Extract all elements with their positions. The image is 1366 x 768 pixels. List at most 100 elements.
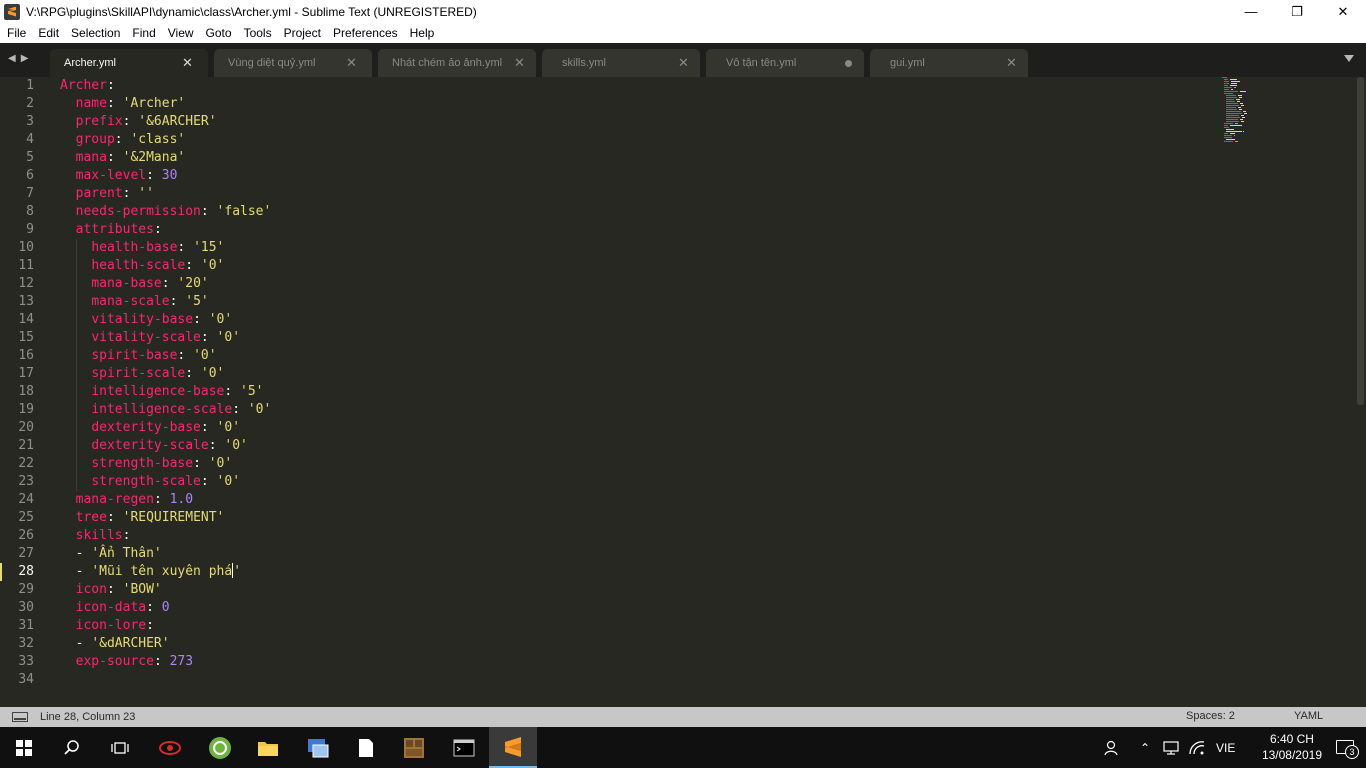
code-view[interactable]: Archer: name: 'Archer' prefix: '&6ARCHER… xyxy=(60,77,271,689)
taskbar-app-remote[interactable] xyxy=(294,727,342,768)
chevron-up-icon[interactable]: ⌃ xyxy=(1140,741,1150,755)
indent-guide xyxy=(76,437,77,455)
menu-file[interactable]: File xyxy=(0,23,32,43)
scrollbar-thumb[interactable] xyxy=(1357,77,1364,405)
code-line[interactable]: vitality-scale: '0' xyxy=(60,329,271,347)
start-button[interactable] xyxy=(0,727,48,768)
code-line[interactable]: vitality-base: '0' xyxy=(60,311,271,329)
minimap-stroke xyxy=(1224,79,1228,80)
code-line[interactable]: Archer: xyxy=(60,77,271,95)
code-line[interactable]: icon-data: 0 xyxy=(60,599,271,617)
code-line[interactable]: mana: '&2Mana' xyxy=(60,149,271,167)
taskbar-file-explorer[interactable] xyxy=(244,727,292,768)
code-line[interactable]: icon-lore: xyxy=(60,617,271,635)
tab-vung-diet-quy[interactable]: Vùng diệt quỷ.yml ✕ xyxy=(214,49,372,77)
tab-close-icon[interactable]: ✕ xyxy=(182,55,193,71)
yaml-string: 'BOW' xyxy=(122,582,162,597)
menu-selection[interactable]: Selection xyxy=(65,23,126,43)
taskbar-app-2[interactable] xyxy=(196,727,244,768)
code-line[interactable]: dexterity-base: '0' xyxy=(60,419,271,437)
menu-project[interactable]: Project xyxy=(278,23,327,43)
code-line[interactable]: name: 'Archer' xyxy=(60,95,271,113)
code-line[interactable]: exp-source: 273 xyxy=(60,653,271,671)
panel-toggle-icon[interactable] xyxy=(12,712,28,722)
tab-skills[interactable]: skills.yml ✕ xyxy=(542,49,700,77)
yaml-key: icon-data xyxy=(75,600,147,615)
code-line[interactable]: skills: xyxy=(60,527,271,545)
syntax-setting[interactable]: YAML xyxy=(1294,710,1323,722)
code-line[interactable] xyxy=(60,671,271,689)
taskbar-terminal[interactable] xyxy=(440,727,488,768)
menu-tools[interactable]: Tools xyxy=(238,23,278,43)
minimap[interactable] xyxy=(1220,77,1260,147)
tab-nhat-chem-ao-anh[interactable]: Nhát chém ảo ảnh.yml ✕ xyxy=(378,49,536,77)
yaml-string: '20' xyxy=(177,276,209,291)
code-line[interactable]: spirit-scale: '0' xyxy=(60,365,271,383)
taskbar-sublime-text[interactable] xyxy=(489,727,537,768)
search-button[interactable] xyxy=(48,727,96,768)
line-number: 28 xyxy=(18,564,34,579)
indentation-setting[interactable]: Spaces: 2 xyxy=(1186,710,1235,722)
code-line[interactable]: icon: 'BOW' xyxy=(60,581,271,599)
menu-edit[interactable]: Edit xyxy=(32,23,65,43)
code-line[interactable]: needs-permission: 'false' xyxy=(60,203,272,221)
tab-list-dropdown-icon[interactable] xyxy=(1344,55,1354,62)
code-line[interactable]: parent: '' xyxy=(60,185,271,203)
code-line[interactable]: mana-regen: 1.0 xyxy=(60,491,271,509)
wifi-icon[interactable] xyxy=(1188,740,1206,756)
menu-view[interactable]: View xyxy=(162,23,200,43)
tab-vo-tan-ten[interactable]: Vô tận tên.yml xyxy=(706,49,864,77)
line-number: 26 xyxy=(18,528,34,543)
taskbar-minecraft[interactable] xyxy=(390,727,438,768)
input-language[interactable]: VIE xyxy=(1216,741,1235,755)
tab-close-icon[interactable]: ✕ xyxy=(678,55,689,71)
code-line[interactable]: - '&dARCHER' xyxy=(60,635,271,653)
minimap-stroke xyxy=(1238,95,1242,96)
menu-help[interactable]: Help xyxy=(404,23,441,43)
close-button[interactable]: ✕ xyxy=(1320,0,1366,23)
code-line[interactable]: - 'Ẩn Thân' xyxy=(60,545,271,563)
code-line[interactable]: mana-scale: '5' xyxy=(60,293,271,311)
minimize-button[interactable]: — xyxy=(1228,0,1274,23)
code-line[interactable]: group: 'class' xyxy=(60,131,271,149)
tab-navigation-arrows-icon[interactable]: ◀▶ xyxy=(8,53,33,64)
menu-preferences[interactable]: Preferences xyxy=(327,23,404,43)
code-line[interactable]: attributes: xyxy=(60,221,271,239)
code-line[interactable]: spirit-base: '0' xyxy=(60,347,271,365)
code-line[interactable]: mana-base: '20' xyxy=(60,275,271,293)
menu-goto[interactable]: Goto xyxy=(200,23,238,43)
editor-area[interactable]: 1 2 3 4 5 6 7 8 9 10 11 12 13 14 15 16 17 18 19 20 21 22 23 24 2… xyxy=(0,77,1366,707)
menu-find[interactable]: Find xyxy=(126,23,161,43)
taskbar-notepad[interactable] xyxy=(342,727,390,768)
code-line[interactable]: strength-base: '0' xyxy=(60,455,271,473)
code-line[interactable]: tree: 'REQUIREMENT' xyxy=(60,509,271,527)
tab-gui[interactable]: gui.yml ✕ xyxy=(870,49,1028,77)
tab-close-icon[interactable]: ✕ xyxy=(1006,55,1017,71)
code-line[interactable]: health-base: '15' xyxy=(60,239,271,257)
people-icon[interactable] xyxy=(1102,739,1120,757)
code-line[interactable]: intelligence-scale: '0' xyxy=(60,401,271,419)
minimap-stroke xyxy=(1226,121,1239,122)
line-number: 31 xyxy=(18,618,34,633)
code-line[interactable]: dexterity-scale: '0' xyxy=(60,437,271,455)
tab-archer[interactable]: Archer.yml ✕ xyxy=(50,49,208,77)
code-line[interactable]: intelligence-base: '5' xyxy=(60,383,271,401)
maximize-button[interactable]: ❐ xyxy=(1274,0,1320,23)
code-line[interactable]: prefix: '&6ARCHER' xyxy=(60,113,271,131)
yaml-punctuation: : xyxy=(224,384,241,399)
code-line[interactable]: health-scale: '0' xyxy=(60,257,271,275)
unsaved-dot-icon[interactable] xyxy=(845,60,852,67)
tab-label: Vùng diệt quỷ.yml xyxy=(228,57,316,69)
tab-close-icon[interactable]: ✕ xyxy=(514,55,525,71)
task-view-button[interactable] xyxy=(96,727,144,768)
indent-guide xyxy=(76,419,77,437)
code-line[interactable]: max-level: 30 xyxy=(60,167,271,185)
code-line[interactable]: - 'Mũi tên xuyên phá' xyxy=(60,563,271,581)
network-icon[interactable] xyxy=(1162,740,1180,756)
tab-close-icon[interactable]: ✕ xyxy=(346,55,357,71)
vertical-scrollbar[interactable] xyxy=(1356,77,1364,707)
system-clock[interactable]: 6:40 CH 13/08/2019 xyxy=(1262,731,1322,763)
action-center-icon[interactable]: 3 xyxy=(1336,740,1359,759)
taskbar-app-1[interactable] xyxy=(146,727,194,768)
code-line[interactable]: strength-scale: '0' xyxy=(60,473,271,491)
